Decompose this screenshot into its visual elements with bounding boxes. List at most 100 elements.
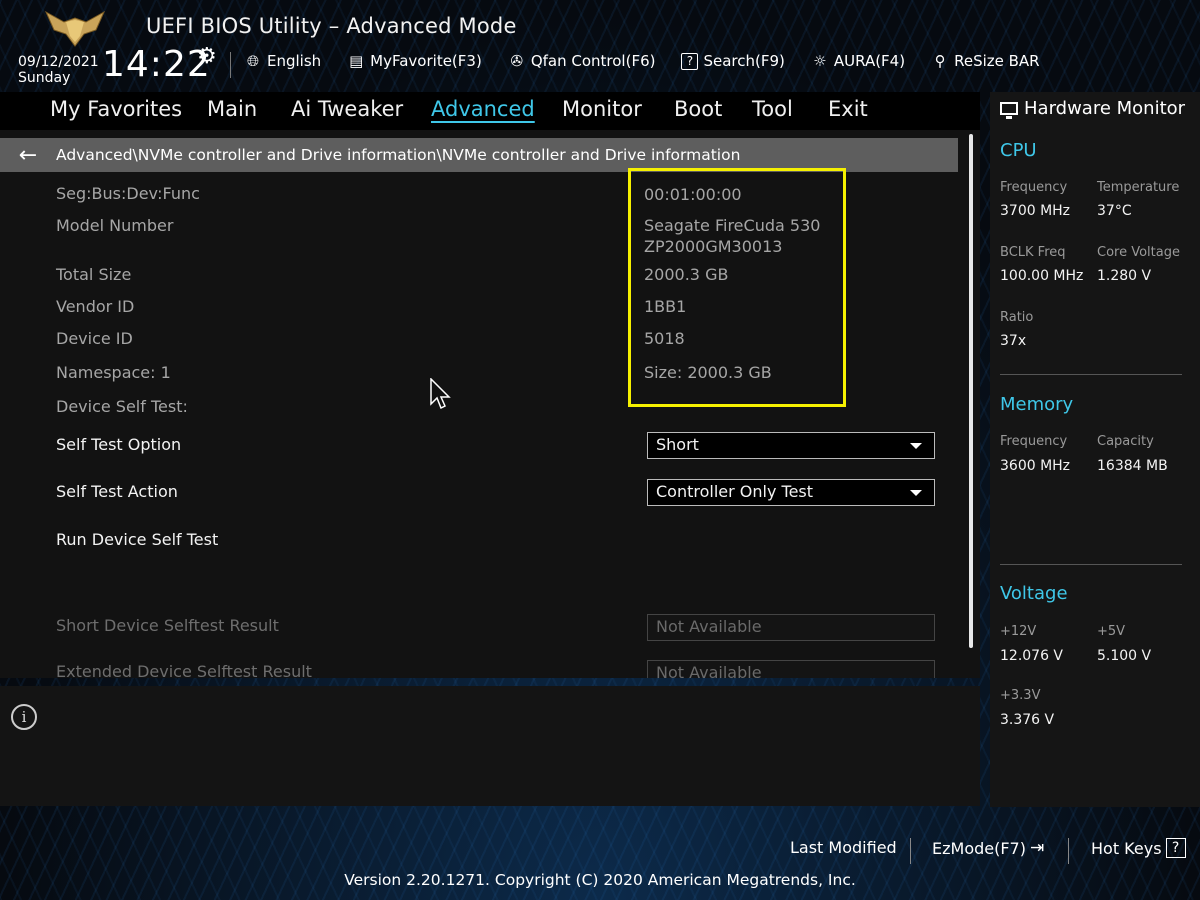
short-selftest-result-label: Short Device Selftest Result	[56, 616, 279, 635]
v33-value: 3.376 V	[1000, 712, 1055, 728]
highlight-box	[628, 168, 846, 407]
mouse-pointer-icon	[430, 378, 451, 410]
tuf-logo	[44, 10, 106, 47]
memory-frequency-value: 3600 MHz	[1000, 458, 1071, 474]
help-question-icon: ?	[1165, 838, 1186, 858]
breadcrumb-path: Advanced\NVMe controller and Drive infor…	[56, 146, 741, 164]
self-test-action-dropdown[interactable]: Controller Only Test	[647, 479, 935, 506]
cpu-temperature-label: Temperature	[1097, 180, 1180, 195]
qfan-button[interactable]: ✇ Qfan Control(F6)	[508, 52, 656, 70]
tab-ai-tweaker[interactable]: Ai Tweaker	[291, 97, 403, 121]
main-tabs: My Favorites Main Ai Tweaker Advanced Mo…	[0, 92, 980, 130]
total-size-label: Total Size	[56, 265, 132, 284]
model-number-label: Model Number	[56, 216, 174, 235]
gear-icon[interactable]: ⚙	[197, 44, 217, 69]
back-arrow-icon[interactable]: ←	[0, 143, 56, 168]
section-divider	[1000, 564, 1182, 565]
tab-monitor[interactable]: Monitor	[562, 97, 642, 121]
extended-selftest-result-label: Extended Device Selftest Result	[56, 662, 312, 678]
main-panel: ← Advanced\NVMe controller and Drive inf…	[0, 130, 980, 678]
tab-advanced[interactable]: Advanced	[431, 97, 535, 121]
help-panel: i	[0, 686, 980, 806]
clock: 14:22	[102, 44, 211, 85]
self-test-action-label: Self Test Action	[56, 482, 178, 501]
resize-bar-icon: ⚲	[934, 52, 946, 70]
scrollbar[interactable]	[969, 134, 973, 648]
tab-main[interactable]: Main	[207, 97, 257, 121]
bclk-freq-label: BCLK Freq	[1000, 245, 1066, 260]
tab-my-favorites[interactable]: My Favorites	[50, 97, 182, 121]
header: UEFI BIOS Utility – Advanced Mode 09/12/…	[0, 0, 1200, 92]
ezmode-button[interactable]: EzMode(F7) ⇥	[932, 838, 1044, 858]
bclk-freq-value: 100.00 MHz	[1000, 268, 1084, 284]
aura-icon: ☼	[813, 52, 827, 70]
language-button[interactable]: 🌐︎ English	[244, 52, 321, 70]
hot-keys-label: Hot Keys	[1091, 838, 1162, 858]
myfavorite-button[interactable]: ▤ MyFavorite(F3)	[347, 52, 482, 70]
fan-icon: ✇	[510, 52, 524, 70]
hardware-monitor-panel: Hardware Monitor CPU Frequency Temperatu…	[990, 92, 1200, 807]
v5-label: +5V	[1097, 624, 1126, 639]
self-test-option-dropdown[interactable]: Short	[647, 432, 935, 459]
header-divider	[230, 52, 231, 78]
hardware-monitor-title: Hardware Monitor	[1000, 98, 1185, 119]
ezmode-label: EzMode(F7)	[932, 838, 1026, 858]
day-text: Sunday	[18, 70, 71, 86]
section-divider	[1000, 374, 1182, 375]
date-display: 09/12/2021 Sunday	[18, 54, 99, 86]
self-test-option-value: Short	[656, 435, 699, 454]
last-modified-button[interactable]: Last Modified	[790, 838, 897, 857]
info-icon: i	[11, 704, 37, 730]
namespace-label: Namespace: 1	[56, 363, 171, 382]
extended-selftest-result-value: Not Available	[647, 660, 935, 678]
tab-tool[interactable]: Tool	[752, 97, 793, 121]
self-test-option-label: Self Test Option	[56, 435, 182, 454]
device-self-test-label: Device Self Test:	[56, 397, 188, 416]
aura-label: AURA(F4)	[833, 52, 906, 70]
v12-value: 12.076 V	[1000, 648, 1064, 664]
footer-divider	[1068, 838, 1069, 864]
footer-divider	[910, 838, 911, 864]
memory-frequency-label: Frequency	[1000, 434, 1068, 449]
chevron-down-icon	[910, 443, 922, 449]
cpu-heading: CPU	[1000, 140, 1037, 161]
device-id-label: Device ID	[56, 329, 133, 348]
ratio-label: Ratio	[1000, 310, 1034, 325]
core-voltage-label: Core Voltage	[1097, 245, 1180, 260]
tab-exit[interactable]: Exit	[828, 97, 868, 121]
seg-bus-dev-func-label: Seg:Bus:Dev:Func	[56, 184, 200, 203]
favorite-icon: ▤	[349, 52, 364, 70]
tab-boot[interactable]: Boot	[674, 97, 722, 121]
toolbar: 🌐︎ English ▤ MyFavorite(F3) ✇ Qfan Contr…	[244, 52, 1040, 70]
core-voltage-value: 1.280 V	[1097, 268, 1152, 284]
qfan-label: Qfan Control(F6)	[530, 52, 656, 70]
last-modified-label: Last Modified	[790, 838, 897, 857]
short-selftest-result-value: Not Available	[647, 614, 935, 641]
breadcrumb: ← Advanced\NVMe controller and Drive inf…	[0, 138, 958, 172]
cpu-frequency-label: Frequency	[1000, 180, 1068, 195]
aura-button[interactable]: ☼ AURA(F4)	[811, 52, 905, 70]
chevron-down-icon	[910, 490, 922, 496]
app-title: UEFI BIOS Utility – Advanced Mode	[146, 14, 517, 38]
v33-label: +3.3V	[1000, 688, 1041, 703]
globe-icon: 🌐︎	[246, 52, 259, 70]
run-device-self-test-button[interactable]: Run Device Self Test	[56, 530, 218, 549]
search-button[interactable]: ? Search(F9)	[681, 52, 785, 70]
cpu-frequency-value: 3700 MHz	[1000, 203, 1071, 219]
resize-bar-button[interactable]: ⚲ ReSize BAR	[931, 52, 1040, 70]
date-text: 09/12/2021	[18, 54, 99, 70]
language-label: English	[267, 52, 322, 70]
version-text: Version 2.20.1271. Copyright (C) 2020 Am…	[344, 871, 856, 889]
memory-heading: Memory	[1000, 394, 1074, 415]
search-icon: ?	[681, 52, 699, 70]
hot-keys-button[interactable]: Hot Keys ?	[1091, 838, 1186, 858]
memory-capacity-value: 16384 MB	[1097, 458, 1168, 474]
memory-capacity-label: Capacity	[1097, 434, 1154, 449]
myfavorite-label: MyFavorite(F3)	[370, 52, 482, 70]
ratio-value: 37x	[1000, 333, 1027, 349]
monitor-icon	[1000, 102, 1018, 119]
exit-arrow-icon: ⇥	[1029, 838, 1045, 858]
hardware-monitor-label: Hardware Monitor	[1024, 98, 1186, 119]
voltage-heading: Voltage	[1000, 583, 1068, 604]
search-label: Search(F9)	[703, 52, 785, 70]
